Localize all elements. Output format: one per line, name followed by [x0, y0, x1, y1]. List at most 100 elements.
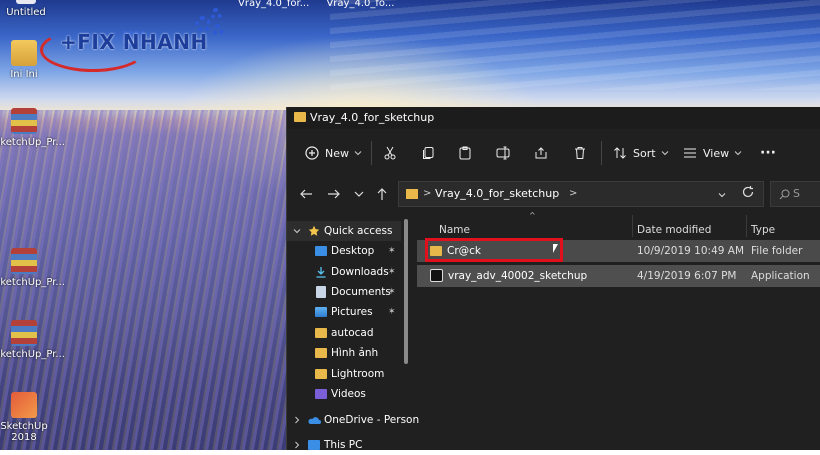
star-icon [308, 225, 320, 236]
chevron-down-icon [354, 151, 362, 156]
winrar-archive-icon [11, 320, 37, 346]
pin-icon: ✶ [388, 246, 396, 256]
winrar-archive-icon [11, 108, 37, 134]
desktop-top-label: Vray_4.0_fo... [326, 0, 395, 9]
desktop-icon [315, 246, 327, 256]
fix-nhanh-logo: +FIX NHANH [40, 8, 224, 72]
sidebar-item-label: Documents [331, 286, 391, 298]
sidebar-item-lightroom[interactable]: Lightroom [287, 364, 399, 384]
window-titlebar[interactable]: Vray_4.0_for_sketchup [287, 107, 820, 129]
desktop-icon-label: SketchUp_Pr... [0, 349, 65, 360]
forward-arrow-icon[interactable] [327, 187, 341, 201]
paste-button[interactable] [458, 143, 472, 163]
sidebar-item-label: Hình ảnh [331, 347, 379, 359]
clipboard-icon [459, 146, 471, 160]
sidebar-item-downloads[interactable]: Downloads ✶ [287, 262, 399, 282]
file-name: vray_adv_40002_sketchup [448, 270, 588, 282]
red-highlight-box [425, 238, 563, 262]
cut-button[interactable] [383, 143, 397, 163]
folder-icon [315, 369, 327, 379]
desktop-icon-archive[interactable]: SketchUp_Pr... [0, 108, 65, 148]
toolbar-divider [371, 141, 372, 165]
sidebar-item-label: autocad [331, 327, 374, 339]
sort-button[interactable]: Sort [613, 143, 670, 163]
breadcrumb-current[interactable]: Vray_4.0_for_sketchup [435, 182, 559, 206]
sidebar-item-onedrive[interactable]: OneDrive - Person [287, 410, 419, 430]
file-date: 4/19/2019 6:07 PM [637, 270, 737, 282]
chevron-right-icon [295, 416, 300, 424]
column-divider[interactable] [746, 215, 747, 237]
sidebar-item-quick-access[interactable]: Quick access [287, 221, 401, 241]
address-bar[interactable]: > Vray_4.0_for_sketchup > [398, 181, 764, 207]
sidebar-item-documents[interactable]: Documents ✶ [287, 282, 399, 302]
back-arrow-icon[interactable] [299, 187, 313, 201]
address-dropdown-icon[interactable] [717, 190, 727, 200]
file-list: ^ Name Date modified Type Cr@ck 10/9/201… [413, 207, 820, 450]
desktop-icon-archive[interactable]: SketchUp_Pr... [0, 248, 65, 288]
application-icon [430, 269, 443, 282]
file-date: 10/9/2019 10:49 AM [637, 245, 745, 257]
chevron-right-icon [295, 441, 300, 449]
delete-button[interactable] [573, 143, 587, 163]
sidebar-item-label: Downloads [331, 266, 389, 278]
sidebar-item-autocad[interactable]: autocad [287, 323, 399, 343]
file-type: File folder [751, 245, 803, 257]
pin-icon: ✶ [388, 267, 396, 277]
file-explorer-window: Vray_4.0_for_sketchup New Sort View ··· … [286, 107, 820, 451]
videos-icon [315, 389, 327, 399]
folder-icon [406, 189, 418, 199]
navigation-pane-scrollbar[interactable] [404, 219, 408, 364]
file-row[interactable]: Cr@ck 10/9/2019 10:49 AM File folder [417, 238, 820, 262]
share-button[interactable] [534, 143, 548, 163]
winrar-archive-icon [11, 248, 37, 274]
pin-icon: ✶ [388, 287, 396, 297]
folder-icon [315, 328, 327, 338]
rename-button[interactable] [496, 143, 510, 163]
wallpaper-clouds [330, 0, 820, 90]
up-arrow-icon[interactable] [375, 187, 389, 201]
search-icon [779, 189, 790, 200]
more-options-icon: ··· [760, 145, 776, 161]
sidebar-item-desktop[interactable]: Desktop ✶ [287, 241, 399, 261]
rename-icon [496, 146, 510, 160]
sketchup-icon [11, 392, 37, 418]
folder-icon [294, 112, 306, 122]
folder-icon [315, 348, 327, 358]
mouse-cursor [553, 244, 558, 253]
sidebar-item-this-pc[interactable]: This PC [287, 435, 399, 455]
recent-locations-chevron-icon[interactable] [352, 187, 366, 201]
command-bar: New Sort View ··· [287, 133, 820, 173]
sort-ascending-icon: ^ [529, 211, 536, 220]
column-divider[interactable] [632, 215, 633, 237]
search-input[interactable]: S [770, 181, 820, 207]
sort-label: Sort [633, 146, 656, 160]
download-icon [316, 267, 326, 278]
desktop-icon-sketchup[interactable]: SketchUp 2018 [0, 392, 54, 443]
window-title: Vray_4.0_for_sketchup [310, 111, 435, 124]
copy-button[interactable] [421, 143, 435, 163]
sidebar-item-videos[interactable]: Videos [287, 384, 399, 404]
desktop-icon-untitled[interactable]: Untitled [0, 0, 56, 18]
new-button[interactable]: New [305, 143, 363, 163]
trash-icon [575, 147, 585, 159]
desktop-top-label: Vray_4.0_for... [238, 0, 310, 9]
toolbar-divider [601, 141, 602, 165]
computer-icon [308, 440, 320, 450]
file-row[interactable]: vray_adv_40002_sketchup 4/19/2019 6:07 P… [417, 265, 820, 287]
more-options-button[interactable]: ··· [760, 143, 776, 163]
file-type: Application [751, 270, 810, 282]
sidebar-item-hinh-anh[interactable]: Hình ảnh [287, 343, 399, 363]
desktop-icon-label: SketchUp 2018 [0, 421, 48, 443]
desktop-icon-label: SketchUp_Pr... [0, 137, 65, 148]
logo-text: +FIX NHANH [60, 30, 208, 54]
sidebar-item-pictures[interactable]: Pictures ✶ [287, 302, 399, 322]
document-icon [16, 0, 36, 4]
desktop-top-labels: Vray_4.0_for... Vray_4.0_fo... [238, 0, 408, 9]
desktop-icon-archive[interactable]: SketchUp_Pr... [0, 320, 65, 360]
sidebar-item-label: This PC [324, 439, 363, 451]
view-button[interactable]: View [683, 143, 743, 163]
onedrive-cloud-icon [308, 417, 321, 424]
sort-icon [614, 147, 626, 159]
desktop-icon-label: SketchUp_Pr... [0, 277, 65, 288]
refresh-icon[interactable] [741, 185, 755, 199]
